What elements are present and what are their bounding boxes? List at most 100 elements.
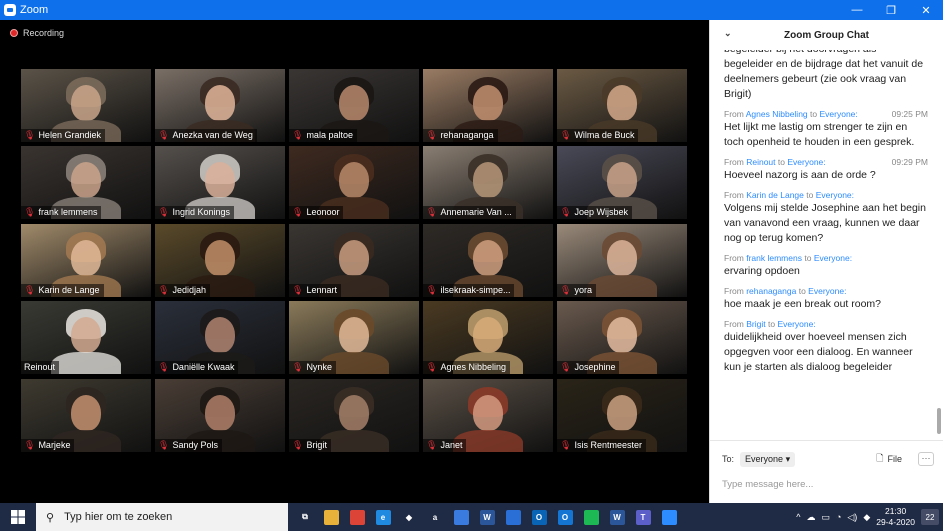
chevron-down-icon: ▾ <box>785 453 791 464</box>
outlook-1-taskbar-button[interactable]: O <box>526 503 552 531</box>
chevron-up-icon[interactable]: ^ <box>796 512 800 522</box>
taskbar-search[interactable]: ⚲ Typ hier om te zoeken <box>36 503 288 531</box>
participant-tile[interactable]: 🎙︎ Josephine <box>557 301 687 374</box>
participant-tile[interactable]: 🎙︎ Helen Grandiek <box>21 69 151 142</box>
teams-taskbar-button[interactable]: T <box>630 503 656 531</box>
mic-muted-icon: 🎙︎ <box>292 362 304 372</box>
chrome-taskbar-button[interactable] <box>344 503 370 531</box>
participant-tile[interactable]: 🎙︎ rehanaganga <box>423 69 553 142</box>
participant-face <box>71 317 101 353</box>
outlook-2-taskbar-button[interactable]: O <box>552 503 578 531</box>
chat-message-text: Het lijkt me lastig om strenger te zijn … <box>724 121 915 148</box>
task-view-taskbar-button[interactable]: ⧉ <box>292 503 318 531</box>
participant-face <box>339 240 369 276</box>
chat-header: ⌄ Zoom Group Chat <box>710 20 943 50</box>
participant-name-label: 🎙︎ Daniëlle Kwaak <box>155 361 239 374</box>
chat-recipient[interactable]: Everyone: <box>787 157 825 167</box>
mic-muted-icon: 🎙︎ <box>560 130 572 140</box>
participant-tile[interactable]: 🎙︎ Joep Wijsbek <box>557 146 687 219</box>
chat-message-meta: From Agnes Nibbeling to Everyone: 09:25 P… <box>724 109 928 119</box>
participant-tile[interactable]: 🎙︎ Isis Rentmeester <box>557 379 687 452</box>
participant-tile[interactable]: 🎙︎ Brigit <box>289 379 419 452</box>
participant-tile[interactable]: 🎙︎ Karin de Lange <box>21 224 151 297</box>
word-2-taskbar-button[interactable]: W <box>604 503 630 531</box>
chat-recipient[interactable]: Everyone: <box>814 253 852 263</box>
store-taskbar-button[interactable] <box>448 503 474 531</box>
participant-tile[interactable]: 🎙︎ Marjeke <box>21 379 151 452</box>
participant-tile[interactable]: 🎙︎ Lennart <box>289 224 419 297</box>
participant-tile[interactable]: 🎙︎ ilsekraak-simpe... <box>423 224 553 297</box>
dropbox-taskbar-button[interactable]: ◆ <box>396 503 422 531</box>
battery-icon[interactable]: ▭ <box>821 512 830 523</box>
chat-message-input[interactable] <box>722 479 932 490</box>
participant-tile[interactable]: 🎙︎ Jedidjah <box>155 224 285 297</box>
chat-scrollbar[interactable] <box>937 408 941 434</box>
file-button[interactable]: 🗋 File <box>876 451 902 467</box>
dropbox-tray-icon[interactable]: ◆ <box>863 512 870 523</box>
spotify-taskbar-button[interactable] <box>578 503 604 531</box>
participant-name: ilsekraak-simpe... <box>440 285 511 295</box>
mic-muted-icon: 🎙︎ <box>560 207 572 217</box>
word-taskbar-button[interactable]: W <box>474 503 500 531</box>
mic-muted-icon: 🎙︎ <box>426 285 438 295</box>
outlook-2-icon: O <box>557 509 573 525</box>
participant-name-label: 🎙︎ Isis Rentmeester <box>557 439 646 452</box>
start-button[interactable] <box>0 503 36 531</box>
participant-tile[interactable]: 🎙︎ Ingrid Konings <box>155 146 285 219</box>
chat-recipient[interactable]: Everyone: <box>816 190 854 200</box>
chat-sender[interactable]: rehanaganga <box>746 286 796 296</box>
chat-sender[interactable]: Agnes Nibbeling <box>746 109 808 119</box>
maximize-button[interactable]: ❐ <box>874 0 908 20</box>
participant-tile[interactable]: 🎙︎ yora <box>557 224 687 297</box>
network-icon[interactable]: ◔ <box>836 512 841 522</box>
zoom-taskbar-button[interactable] <box>656 503 682 531</box>
more-options-button[interactable]: ··· <box>918 452 934 466</box>
participant-tile[interactable]: 🎙︎ Sandy Pols <box>155 379 285 452</box>
participant-tile[interactable]: 🎙︎ Janet <box>423 379 553 452</box>
chat-sender[interactable]: Brigit <box>746 319 765 329</box>
edge-taskbar-button[interactable]: e <box>370 503 396 531</box>
volume-icon[interactable]: ◁) <box>847 512 857 523</box>
close-button[interactable]: ✕ <box>909 0 943 20</box>
mic-muted-icon: 🎙︎ <box>292 440 304 450</box>
participant-name: Wilma de Buck <box>574 130 635 140</box>
participant-name-label: 🎙︎ Leonoor <box>289 206 344 219</box>
chat-sender[interactable]: frank lemmens <box>746 253 802 263</box>
notification-center-button[interactable]: 22 <box>921 509 939 525</box>
participant-name: frank lemmens <box>38 207 98 217</box>
participant-tile[interactable]: 🎙︎ Anezka van de Weg <box>155 69 285 142</box>
chat-recipient[interactable]: Everyone: <box>808 286 846 296</box>
chevron-down-icon[interactable]: ⌄ <box>724 28 732 39</box>
amazon-taskbar-button[interactable]: a <box>422 503 448 531</box>
chat-sender[interactable]: Karin de Lange <box>746 190 804 200</box>
participant-tile[interactable]: 🎙︎ Nynke <box>289 301 419 374</box>
cloud-icon[interactable]: ☁ <box>806 512 815 523</box>
chat-message-meta: From frank lemmens to Everyone: <box>724 253 928 263</box>
recipient-select[interactable]: Everyone ▾ <box>740 451 796 467</box>
participant-name-label: 🎙︎ Josephine <box>557 361 620 374</box>
chat-sender[interactable]: Reinout <box>746 157 775 167</box>
chat-message-meta: From rehanaganga to Everyone: <box>724 286 928 296</box>
to-label: To: <box>722 454 735 464</box>
participant-tile[interactable]: 🎙︎ Agnes Nibbeling <box>423 301 553 374</box>
clock[interactable]: 21:30 29-4-2020 <box>876 506 915 528</box>
participant-tile[interactable]: 🎙︎ Annemarie Van ... <box>423 146 553 219</box>
chat-recipient[interactable]: Everyone: <box>777 319 815 329</box>
participant-face <box>473 395 503 431</box>
participant-tile[interactable]: 🎙︎ Wilma de Buck <box>557 69 687 142</box>
chat-recipient[interactable]: Everyone: <box>820 109 858 119</box>
participant-tile[interactable]: 🎙︎ mala paltoe <box>289 69 419 142</box>
recording-dot-icon <box>10 29 18 37</box>
participant-tile[interactable]: 🎙︎ Leonoor <box>289 146 419 219</box>
participant-name: Karin de Lange <box>38 285 100 295</box>
participant-tile[interactable]: 🎙︎Reinout <box>21 301 151 374</box>
calendar-taskbar-button[interactable] <box>500 503 526 531</box>
minimize-button[interactable]: — <box>840 0 874 20</box>
chat-messages[interactable]: begeleider bij het doorvragen als begele… <box>710 50 938 446</box>
participant-tile[interactable]: 🎙︎ Daniëlle Kwaak <box>155 301 285 374</box>
participant-tile[interactable]: 🎙︎ frank lemmens <box>21 146 151 219</box>
search-icon: ⚲ <box>46 511 55 524</box>
participant-body <box>51 352 121 374</box>
participant-face <box>339 85 369 121</box>
file-explorer-taskbar-button[interactable] <box>318 503 344 531</box>
